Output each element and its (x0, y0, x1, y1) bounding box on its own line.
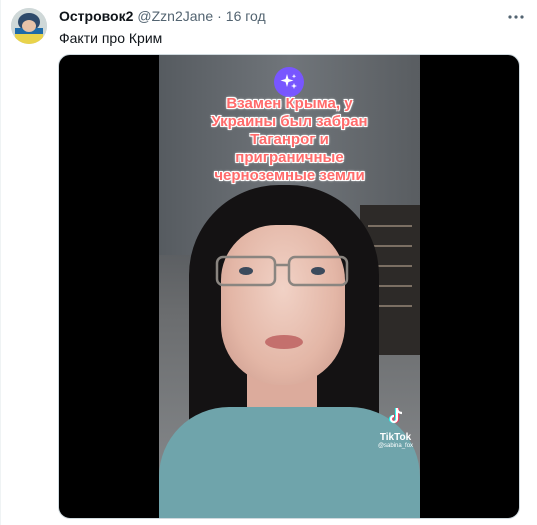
avatar[interactable] (11, 8, 47, 44)
video-person-lips (265, 335, 303, 349)
tweet-text: Факти про Крим (59, 30, 163, 46)
user-handle[interactable]: @Zzn2Jane (137, 8, 213, 24)
tiktok-label: TikTok (379, 432, 412, 443)
caption-line: Взамен Крыма, у (226, 95, 353, 112)
tweet-card[interactable]: Островок2 @Zzn2Jane · 16 год Факти про К… (0, 0, 537, 525)
separator-dot: · (217, 8, 222, 24)
tiktok-logo-icon (388, 407, 402, 424)
caption-line: приграничные (235, 149, 344, 166)
sparkles-badge (274, 67, 304, 97)
video-frame: Взамен Крыма, у Украины был забран Таган… (159, 55, 420, 518)
sparkles-icon (280, 74, 297, 89)
avatar-image (11, 8, 47, 44)
caption-line: Украины был забран (211, 113, 368, 130)
video-person-face (221, 225, 345, 385)
video-caption: Взамен Крыма, у Украины был забран Таган… (159, 95, 420, 185)
more-button[interactable] (505, 8, 527, 26)
video-player[interactable]: Взамен Крыма, у Украины был забран Таган… (58, 54, 520, 519)
timestamp[interactable]: 16 год (226, 8, 266, 24)
tiktok-watermark: TikTok @sabina_fox (373, 407, 418, 449)
tiktok-username: @sabina_fox (377, 443, 414, 449)
video-person-glasses (215, 255, 349, 287)
display-name[interactable]: Островок2 (59, 8, 133, 24)
caption-line: Таганрог и (250, 131, 329, 148)
caption-line: черноземные земли (214, 167, 365, 184)
more-icon (508, 15, 524, 19)
tweet-header: Островок2 @Zzn2Jane · 16 год (59, 8, 266, 26)
